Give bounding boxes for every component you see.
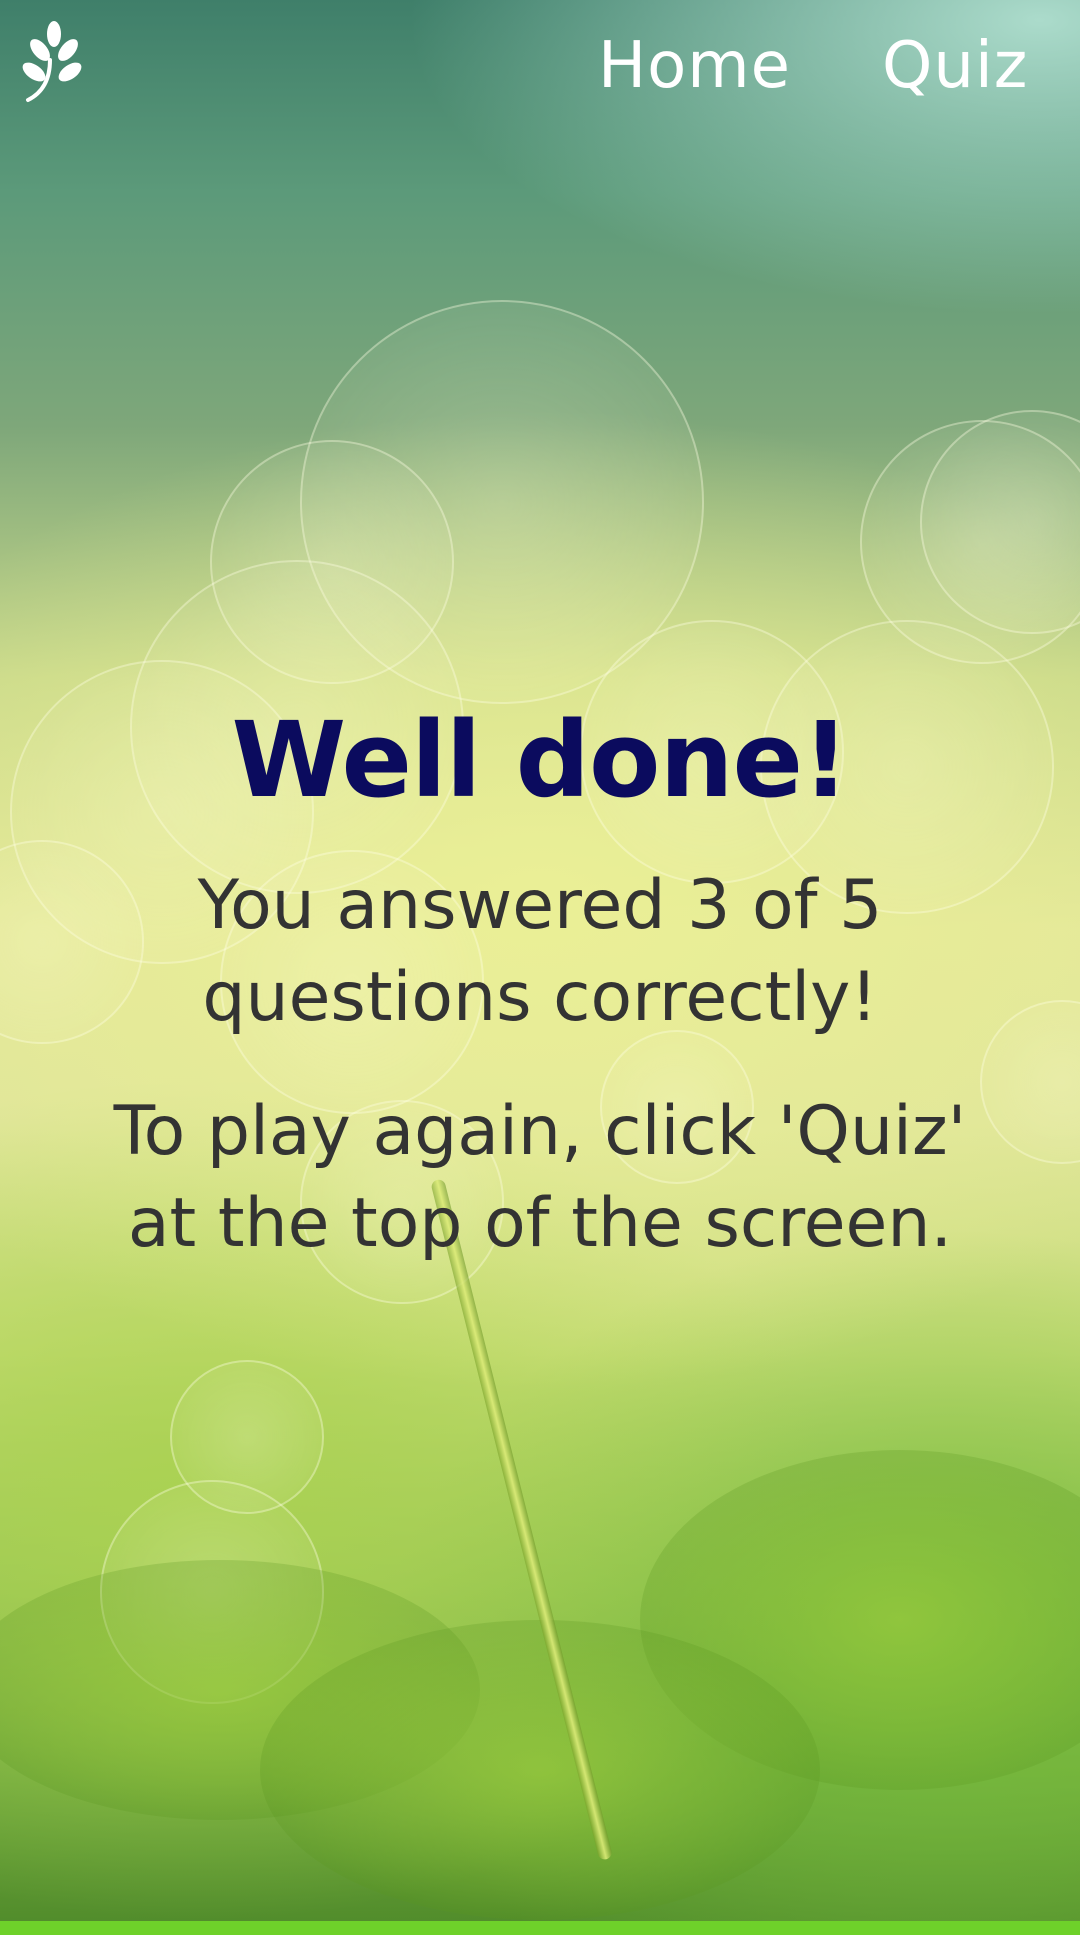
nav-link-home[interactable]: Home <box>598 28 791 104</box>
leaf-logo-icon[interactable] <box>20 20 90 104</box>
top-navbar: Home Quiz <box>0 0 1080 130</box>
bottom-accent-bar <box>0 1921 1080 1935</box>
score-text: You answered 3 of 5 questions correctly! <box>197 866 883 1037</box>
replay-instruction: To play again, click 'Quiz' at the top o… <box>113 1092 967 1263</box>
nav-link-quiz[interactable]: Quiz <box>882 28 1028 104</box>
results-heading: Well done! <box>231 699 850 821</box>
results-panel: Well done! You answered 3 of 5 questions… <box>60 700 1020 1270</box>
